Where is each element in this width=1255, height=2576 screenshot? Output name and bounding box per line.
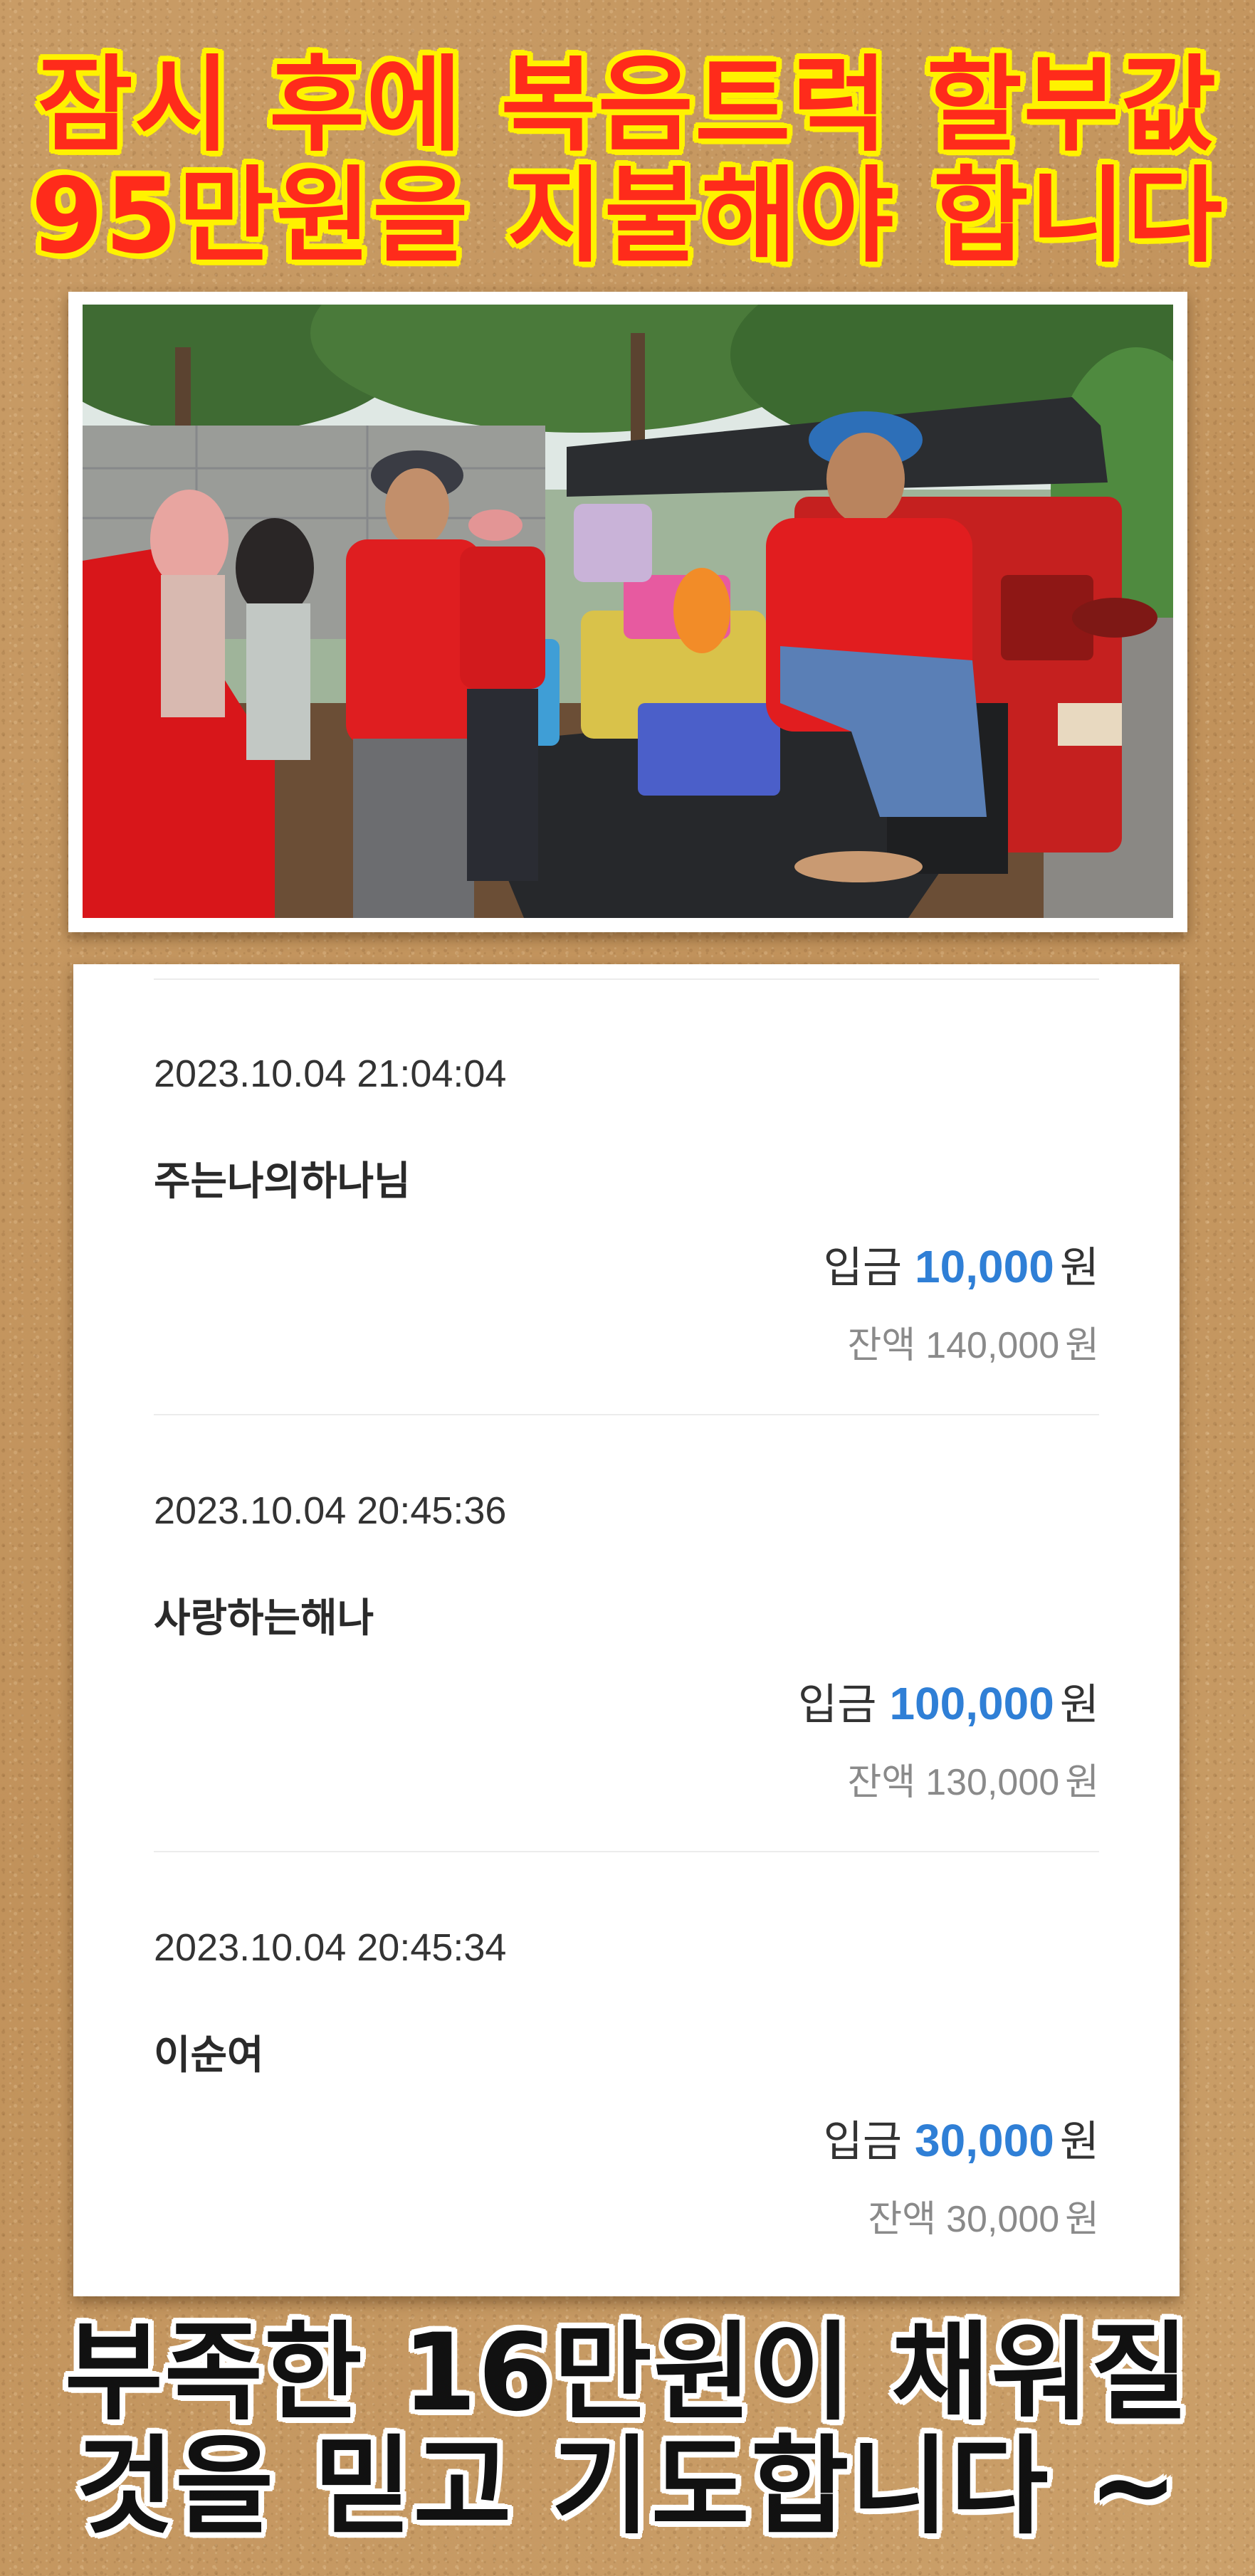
deposit-unit: 원: [1059, 1243, 1099, 1293]
transaction-datetime: 2023.10.04 20:45:34: [154, 1926, 507, 1969]
transaction-deposit: 입금 30,000 원: [824, 2107, 1099, 2169]
balance-label: 잔액: [847, 1761, 916, 1804]
photo-frame: [68, 292, 1187, 932]
headline-bottom: 부족한 16만원이 채워질 것을 믿고 기도합니다 ~: [0, 2316, 1255, 2544]
deposit-amount: 100,000: [889, 1678, 1054, 1729]
transaction-list-panel: 2023.10.04 21:04:04 주는나의하나님 입금 10,000 원 잔액…: [73, 964, 1180, 2296]
balance-unit: 원: [1065, 2198, 1099, 2241]
transaction-datetime: 2023.10.04 20:45:36: [154, 1489, 507, 1532]
balance-amount: 140,000: [925, 1325, 1060, 1366]
transaction-balance: 잔액 140,000 원: [848, 1315, 1100, 1368]
balance-amount: 130,000: [925, 1762, 1060, 1803]
transaction-sender-name: 사랑하는해나: [154, 1595, 374, 1642]
balance-unit: 원: [1065, 1324, 1099, 1367]
transaction-balance: 잔액 30,000 원: [868, 2189, 1099, 2242]
balance-label: 잔액: [847, 1324, 916, 1367]
deposit-unit: 원: [1059, 1680, 1099, 1730]
headline-top: 잠시 후에 복음트럭 할부값 95만원을 지불해야 합니다: [0, 50, 1255, 272]
balance-amount: 30,000: [946, 2199, 1060, 2240]
deposit-unit: 원: [1059, 2117, 1099, 2167]
deposit-label: 입금: [823, 1243, 903, 1293]
deposit-amount: 30,000: [915, 2115, 1054, 2166]
headline-top-line2: 95만원을 지불해야 합니다: [31, 156, 1224, 277]
transaction-item[interactable]: 2023.10.04 20:45:36 사랑하는해나 입금 100,000 원 잔액…: [154, 1415, 1099, 1852]
transaction-sender-name: 주는나의하나님: [154, 1158, 411, 1205]
balance-unit: 원: [1065, 1761, 1099, 1804]
transaction-item[interactable]: 2023.10.04 21:04:04 주는나의하나님 입금 10,000 원 잔액…: [154, 978, 1099, 1415]
headline-bottom-line2: 것을 믿고 기도합니다 ~: [75, 2425, 1180, 2549]
transaction-balance: 잔액 130,000 원: [848, 1752, 1100, 1805]
photo-truck-distribution: [83, 305, 1173, 918]
balance-label: 잔액: [868, 2198, 937, 2241]
transaction-item[interactable]: 2023.10.04 20:45:34 이순여 입금 30,000 원 잔액 30,0…: [154, 1852, 1099, 2289]
deposit-label: 입금: [798, 1680, 877, 1730]
photo-illustration: [83, 305, 1173, 918]
headline-bottom-line1: 부족한 16만원이 채워질: [64, 2311, 1191, 2435]
transaction-deposit: 입금 10,000 원: [824, 1233, 1099, 1295]
transaction-sender-name: 이순여: [154, 2032, 264, 2079]
headline-top-line1: 잠시 후에 복음트럭 할부값: [37, 45, 1218, 166]
transaction-datetime: 2023.10.04 21:04:04: [154, 1052, 507, 1095]
transaction-deposit: 입금 100,000 원: [798, 1670, 1099, 1732]
deposit-amount: 10,000: [915, 1241, 1054, 1292]
deposit-label: 입금: [823, 2117, 903, 2167]
